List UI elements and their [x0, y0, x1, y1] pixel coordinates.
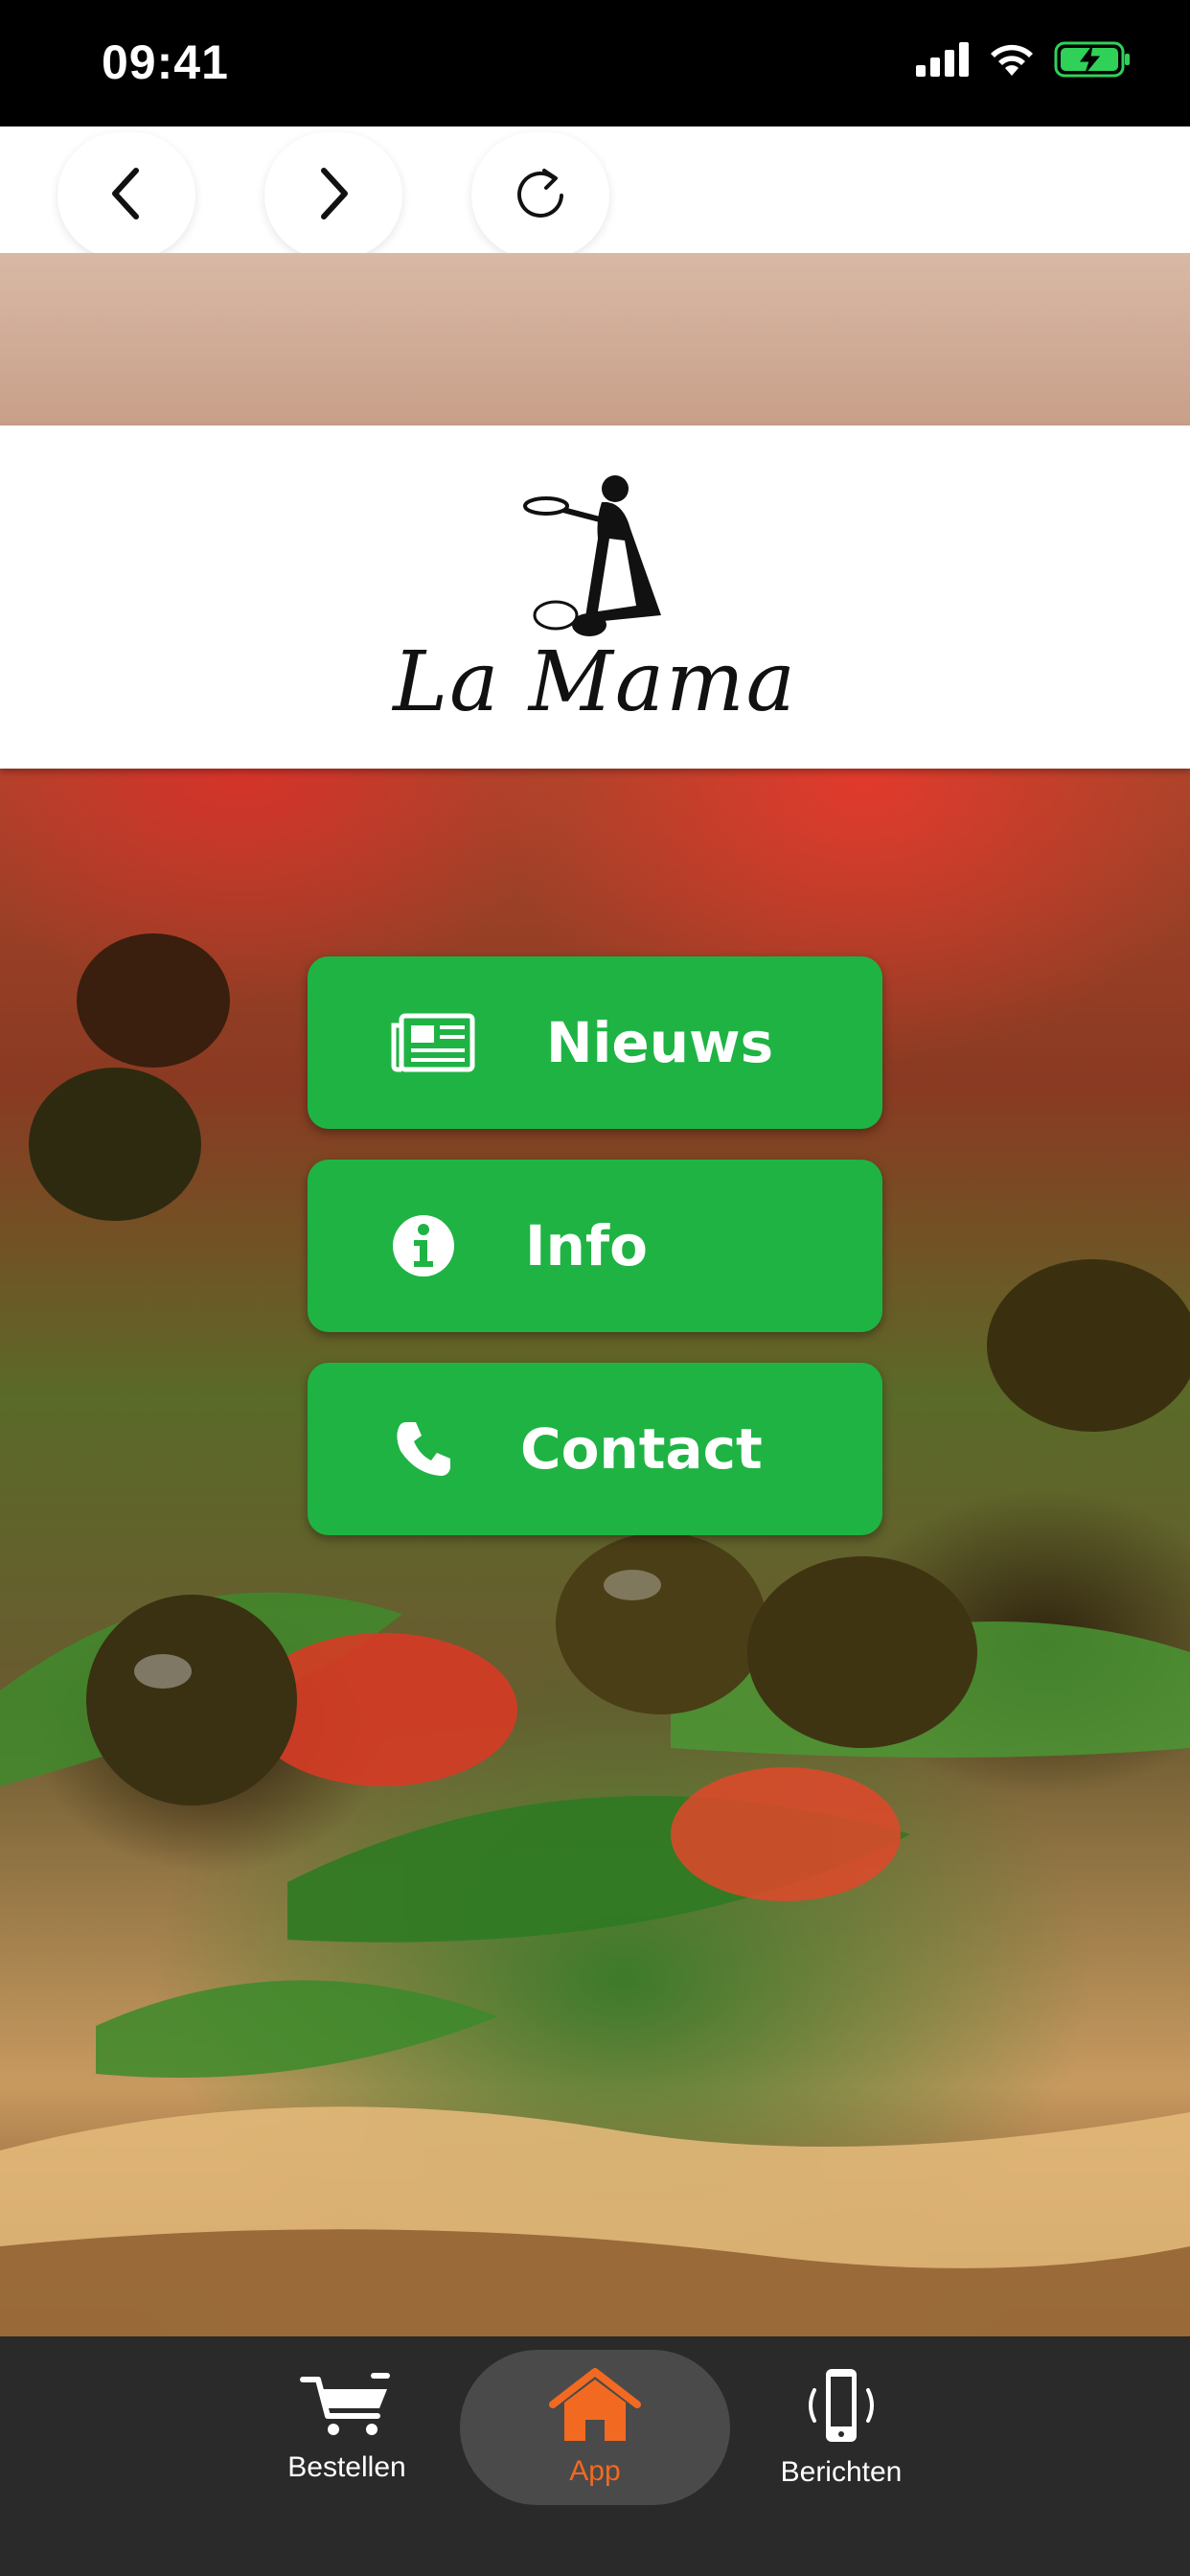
tab-label-berichten: Berichten [780, 2455, 903, 2488]
reload-button[interactable] [471, 132, 609, 259]
menu-button-info[interactable]: Info [308, 1160, 882, 1332]
tab-berichten[interactable]: Berichten [765, 2336, 918, 2518]
battery-charging-icon [1054, 40, 1133, 83]
back-button[interactable] [57, 132, 195, 259]
forward-icon [314, 165, 353, 227]
logo-panel: La Mama [0, 426, 1190, 769]
menu-label-info: Info [525, 1213, 648, 1278]
wifi-icon [987, 41, 1037, 82]
chef-woman-logo-icon [517, 472, 671, 649]
tab-bestellen[interactable]: Bestellen [270, 2336, 423, 2518]
phone-vibrate-icon [793, 2367, 889, 2449]
menu-label-contact: Contact [520, 1416, 763, 1482]
forward-button[interactable] [264, 132, 402, 259]
back-icon [107, 165, 146, 227]
browser-toolbar [0, 126, 1190, 259]
home-icon [549, 2367, 641, 2448]
menu-button-contact[interactable]: Contact [308, 1363, 882, 1535]
menu-label-nieuws: Nieuws [546, 1010, 774, 1075]
status-time: 09:41 [102, 35, 229, 89]
status-bar: 09:41 [0, 0, 1190, 126]
newspaper-icon [390, 1008, 476, 1077]
phone-icon [380, 1414, 467, 1484]
tab-label-bestellen: Bestellen [287, 2450, 406, 2483]
cart-icon [299, 2372, 395, 2444]
tab-app[interactable]: App [518, 2336, 672, 2518]
menu-button-nieuws[interactable]: Nieuws [308, 956, 882, 1129]
reload-icon [512, 165, 569, 227]
tab-bar: Bestellen App Berichten [0, 2336, 1190, 2576]
info-icon [380, 1211, 467, 1280]
status-icons [916, 40, 1133, 83]
signal-icon [916, 41, 970, 81]
logo-text: La Mama [393, 634, 797, 730]
tab-label-app: App [569, 2454, 621, 2487]
